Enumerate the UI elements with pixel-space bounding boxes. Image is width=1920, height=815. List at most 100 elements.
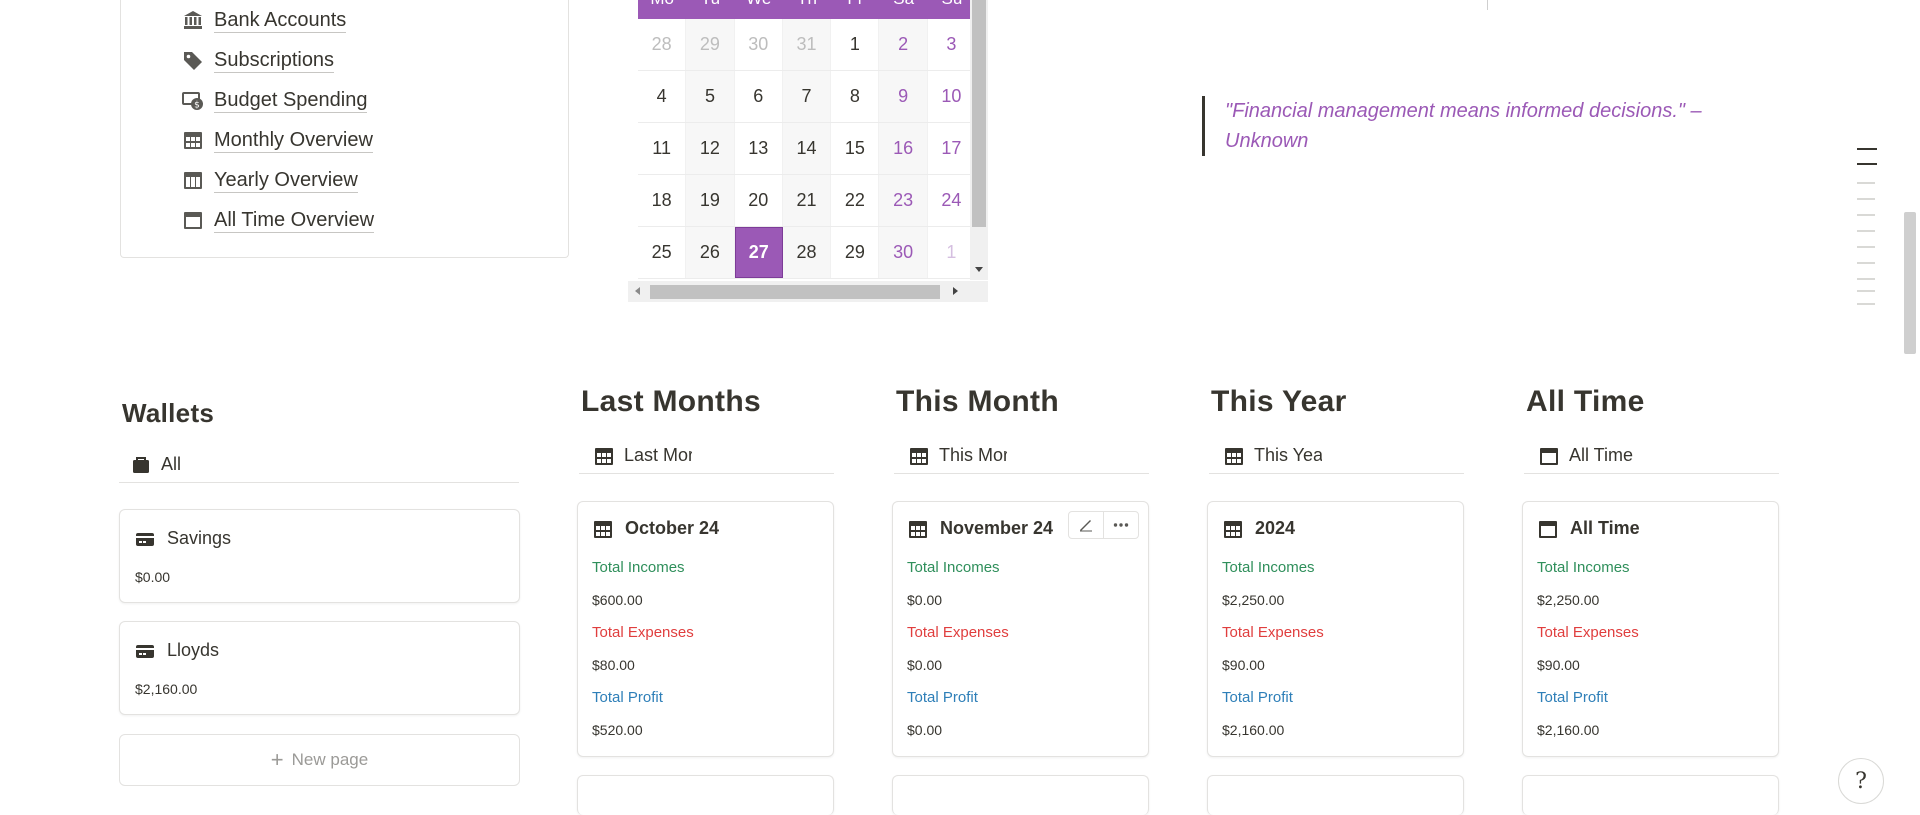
total-expenses-label: Total Expenses [1222,624,1324,641]
calendar-day[interactable]: 20 [735,175,783,226]
total-incomes-value: $2,250.00 [1222,592,1285,608]
calendar-day[interactable]: 5 [686,71,735,122]
scrollbar-thumb[interactable] [650,285,940,299]
calendar-day[interactable]: 12 [686,123,735,174]
wallet-icon [131,455,151,475]
wallet-amount: $2,160.00 [135,681,198,697]
calendar-grid-icon [909,446,929,466]
calendar-day[interactable]: 16 [879,123,928,174]
wallets-view-tab[interactable]: All [119,447,519,483]
calendar-day[interactable]: 14 [782,123,832,174]
calendar-day[interactable]: 9 [879,71,928,122]
calendar-day[interactable]: 23 [879,175,928,226]
calendar-day[interactable]: 28 [638,19,687,70]
view-tab-this-month[interactable]: This Mor [894,438,1149,474]
summary-card-next[interactable] [1207,775,1464,815]
scroll-down-icon[interactable] [975,267,983,272]
view-tab-label: Last Mor [624,445,692,465]
card-actions [1068,511,1139,539]
view-tab-last-months[interactable]: Last Mor [579,438,834,474]
nav-item-subscriptions[interactable]: Subscriptions [182,44,335,76]
calendar-day[interactable]: 28 [782,227,832,278]
scroll-right-icon[interactable] [953,287,958,295]
summary-card-this-month[interactable]: November 24 Total Incomes $0.00 Total Ex… [892,501,1149,757]
view-tab-label: All Time [1569,445,1634,465]
calendar-day[interactable]: 18 [638,175,687,226]
calendar-day[interactable]: 21 [782,175,832,226]
page-scrollbar-thumb[interactable] [1904,212,1916,354]
summary-card-title: All Time [1538,518,1640,539]
calendar-day[interactable]: 19 [686,175,735,226]
card-icon [135,641,155,661]
total-incomes-value: $600.00 [592,592,643,608]
nav-item-yearly-overview[interactable]: Yearly Overview [182,164,358,196]
wallet-card-savings[interactable]: Savings $0.00 [119,509,520,603]
scroll-left-icon[interactable] [635,287,640,295]
summary-card-title: 2024 [1223,518,1295,539]
calendar-day[interactable]: 22 [831,175,880,226]
calendar-day[interactable]: 27 [734,227,783,278]
view-tab-label: This Yeaı [1254,445,1322,465]
summary-card-next[interactable] [577,775,834,815]
wallet-name: Lloyds [167,640,220,660]
calendar-day[interactable]: 13 [735,123,783,174]
calendar-grid-icon [1223,519,1243,539]
summary-card-this-year[interactable]: 2024 Total Incomes $2,250.00 Total Expen… [1207,501,1464,757]
summary-card-next[interactable] [1522,775,1779,815]
nav-item-bank-accounts[interactable]: Bank Accounts [182,4,347,36]
calendar-day[interactable]: 29 [686,19,735,70]
wallet-card-lloyds[interactable]: Lloyds $2,160.00 [119,621,520,715]
calendar-day[interactable]: 24 [928,175,977,226]
total-expenses-label: Total Expenses [1537,624,1639,641]
calendar-day[interactable]: 15 [831,123,880,174]
calendar-day[interactable]: 11 [638,123,687,174]
calendar-day[interactable]: 8 [831,71,880,122]
calendar-day[interactable]: 6 [735,71,783,122]
calendar-week-row: 28 29 30 31 1 2 3 [638,19,977,71]
calendar-day[interactable]: 30 [735,19,783,70]
calendar-day[interactable]: 10 [928,71,977,122]
nav-item-label: Subscriptions [214,48,335,73]
nav-item-monthly-overview[interactable]: Monthly Overview [182,124,373,156]
weekday-label: Fr [831,0,879,19]
calendar-vertical-scrollbar[interactable] [970,0,988,280]
calendar-day[interactable]: 25 [638,227,687,278]
calendar-week-row: 4 5 6 7 8 9 10 [638,71,977,123]
scrollbar-thumb[interactable] [972,0,986,227]
view-tab-this-year[interactable]: This Yeaı [1209,438,1464,474]
total-incomes-label: Total Incomes [592,559,685,576]
nav-item-budget-spending[interactable]: $ Budget Spending [182,84,368,116]
calendar-widget: MoTuWeThFrSaSu 2829303112345678910111213… [628,0,989,303]
calendar-day[interactable]: 3 [928,19,977,70]
wallets-title: Wallets [122,398,215,428]
bank-icon [182,9,204,31]
calendar-day[interactable]: 26 [686,227,735,278]
calendar-day[interactable]: 1 [928,227,977,278]
weekday-label: We [735,0,783,19]
view-tab-label: This Mor [939,445,1007,465]
calendar-day[interactable]: 17 [928,123,977,174]
calendar-horizontal-scrollbar[interactable] [628,281,988,302]
nav-item-label: Monthly Overview [214,128,373,153]
edit-button[interactable] [1069,512,1103,538]
calendar-day[interactable]: 30 [879,227,928,278]
calendar-grid-icon [182,129,204,151]
calendar-day[interactable]: 29 [831,227,880,278]
calendar-day[interactable]: 2 [879,19,928,70]
svg-text:$: $ [194,101,200,111]
calendar-day[interactable]: 31 [782,19,832,70]
nav-item-label: Yearly Overview [214,168,358,193]
total-expenses-label: Total Expenses [907,624,1009,641]
nav-item-all-time-overview[interactable]: All Time Overview [182,204,375,236]
calendar-day[interactable]: 4 [638,71,687,122]
summary-card-last-months[interactable]: October 24 Total Incomes $600.00 Total E… [577,501,834,757]
summary-card-next[interactable] [892,775,1149,815]
help-button[interactable]: ? [1838,758,1884,804]
view-tab-all-time[interactable]: All Time [1524,438,1779,474]
nav-item-label: Budget Spending [214,88,368,113]
calendar-day[interactable]: 1 [831,19,880,70]
new-page-button[interactable]: + New page [119,734,520,786]
summary-card-all-time[interactable]: All Time Total Incomes $2,250.00 Total E… [1522,501,1779,757]
calendar-day[interactable]: 7 [782,71,832,122]
more-options-button[interactable] [1103,512,1138,538]
